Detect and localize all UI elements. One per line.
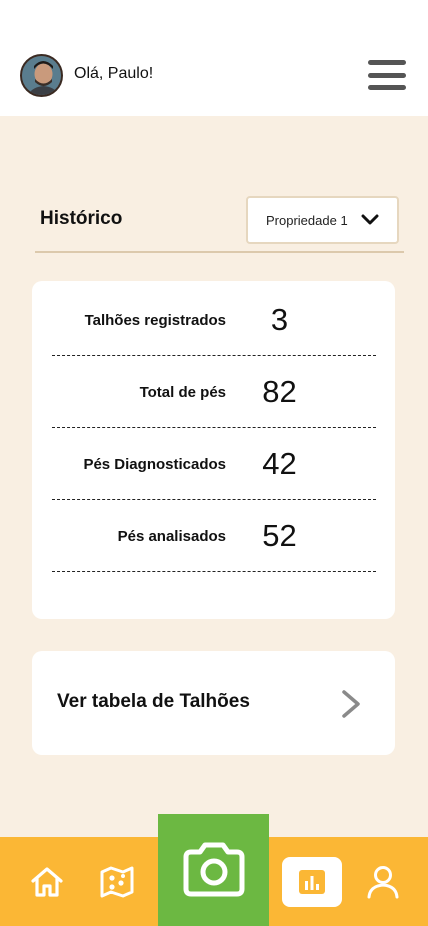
camera-button[interactable] [158,814,269,926]
stat-row: Total de pés 82 [52,356,376,428]
map-icon [100,866,134,897]
nav-profile[interactable] [360,837,406,926]
stat-label: Pés analisados [117,527,226,545]
chevron-down-icon [361,214,379,225]
nav-stats[interactable] [282,837,342,926]
stat-label: Total de pés [139,383,226,401]
top-header: Olá, Paulo! [0,0,428,116]
property-select[interactable]: Propriedade 1 [246,196,399,244]
stat-row: Pés analisados 52 [52,500,376,572]
home-icon [31,866,63,897]
profile-icon [367,865,399,898]
chevron-right-icon [342,690,360,718]
avatar-photo-icon [22,56,61,95]
stat-value: 3 [270,302,289,337]
stat-value: 42 [262,446,297,481]
stat-row: Talhões registrados 3 [52,284,376,356]
view-talhoes-table-button[interactable]: Ver tabela de Talhões [32,651,395,755]
user-avatar[interactable] [20,54,63,97]
nav-stats-active-box [282,856,342,907]
property-select-value: Propriedade 1 [266,212,348,228]
nav-map[interactable] [94,837,140,926]
stats-card: Talhões registrados 3 Total de pés 82 Pé… [32,281,395,619]
stat-row: Pés Diagnosticados 42 [52,428,376,500]
camera-icon [183,842,244,897]
section-divider [35,251,404,253]
nav-home[interactable] [24,837,70,926]
hamburger-menu-icon[interactable] [368,60,406,90]
stat-value: 52 [262,518,297,553]
stat-value: 82 [262,374,297,409]
stat-label: Talhões registrados [84,311,226,329]
history-title: Histórico [40,208,123,229]
greeting-text: Olá, Paulo! [74,65,154,82]
stat-label: Pés Diagnosticados [83,455,226,473]
bar-chart-icon [299,869,325,894]
view-talhoes-table-label: Ver tabela de Talhões [57,691,250,712]
